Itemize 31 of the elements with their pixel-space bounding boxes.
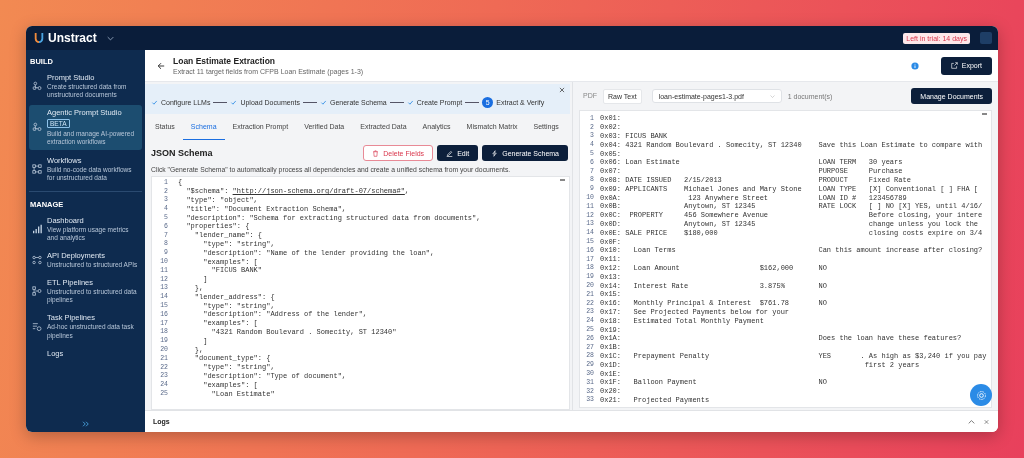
pencil-icon bbox=[446, 149, 454, 157]
chevron-down-icon bbox=[769, 94, 775, 98]
check-icon bbox=[319, 98, 327, 106]
bar-chart-icon bbox=[32, 223, 42, 234]
expand-icon[interactable] bbox=[81, 421, 90, 427]
close-icon[interactable] bbox=[559, 87, 565, 93]
brand-name: Unstract bbox=[48, 31, 97, 45]
check-icon bbox=[230, 98, 238, 106]
check-icon bbox=[406, 98, 414, 106]
back-arrow-icon[interactable] bbox=[157, 61, 165, 70]
close-icon[interactable] bbox=[983, 418, 990, 425]
connection-icon bbox=[32, 255, 42, 266]
chevron-up-icon[interactable] bbox=[968, 418, 975, 425]
section-title: JSON Schema bbox=[151, 148, 213, 158]
info-icon[interactable] bbox=[910, 61, 919, 70]
code-editor[interactable] bbox=[151, 176, 570, 410]
scrollbar[interactable] bbox=[560, 179, 565, 181]
logo-icon bbox=[34, 32, 44, 44]
pipeline-icon bbox=[32, 286, 42, 297]
nodes-icon bbox=[32, 81, 42, 92]
workflow-icon bbox=[32, 163, 42, 174]
external-link-icon bbox=[950, 62, 958, 69]
chevron-down-icon[interactable] bbox=[106, 35, 114, 41]
lightning-icon bbox=[491, 149, 499, 157]
nodes-icon bbox=[32, 122, 42, 133]
gear-icon bbox=[975, 389, 987, 401]
check-icon bbox=[151, 98, 158, 106]
task-list-icon bbox=[32, 321, 42, 332]
page-title: Loan Estimate Extraction bbox=[173, 56, 277, 66]
scrollbar[interactable] bbox=[982, 113, 987, 115]
trash-icon bbox=[372, 149, 380, 157]
